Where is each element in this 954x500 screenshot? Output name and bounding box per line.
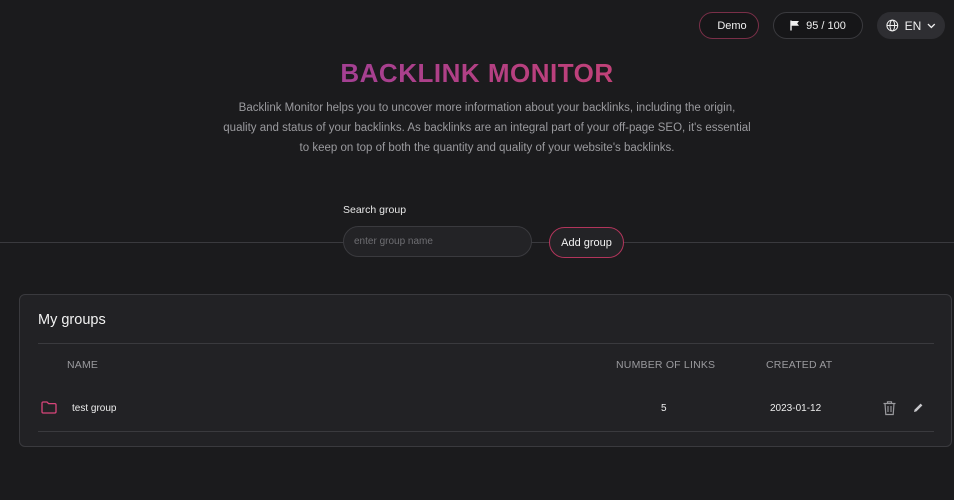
globe-icon	[886, 19, 899, 32]
add-group-button[interactable]: Add group	[549, 227, 624, 258]
folder-icon	[41, 401, 57, 414]
trash-icon[interactable]	[882, 400, 897, 416]
column-header-created-at: CREATED AT	[766, 359, 833, 371]
card-title: My groups	[38, 312, 106, 328]
page-title-text: BACKLINK MONITOR	[340, 58, 614, 88]
top-bar: Demo 95 / 100 EN	[699, 12, 945, 39]
language-label: EN	[904, 18, 922, 33]
group-link-count: 5	[661, 403, 667, 414]
card-divider	[38, 343, 934, 344]
chevron-down-icon	[927, 23, 936, 28]
demo-button[interactable]: Demo	[699, 12, 759, 39]
quota-badge[interactable]: 95 / 100	[773, 12, 863, 39]
page-title: BACKLINK MONITOR	[0, 58, 954, 89]
row-divider	[38, 431, 934, 432]
page-description: Backlink Monitor helps you to uncover mo…	[223, 102, 751, 154]
group-name[interactable]: test group	[72, 403, 116, 414]
quota-label: 95 / 100	[806, 19, 846, 32]
language-selector[interactable]: EN	[877, 12, 945, 39]
my-groups-card: My groups NAME NUMBER OF LINKS CREATED A…	[19, 294, 952, 447]
column-header-name: NAME	[67, 359, 99, 371]
group-created-date: 2023-01-12	[770, 403, 822, 414]
edit-icon[interactable]	[913, 402, 924, 413]
search-group-input[interactable]	[343, 226, 532, 257]
flag-icon	[790, 20, 800, 31]
column-header-number-of-links: NUMBER OF LINKS	[616, 359, 716, 371]
demo-label: Demo	[717, 19, 747, 32]
table-row[interactable]: test group 5 2023-01-12	[20, 399, 953, 419]
search-group-label: Search group	[343, 204, 407, 216]
